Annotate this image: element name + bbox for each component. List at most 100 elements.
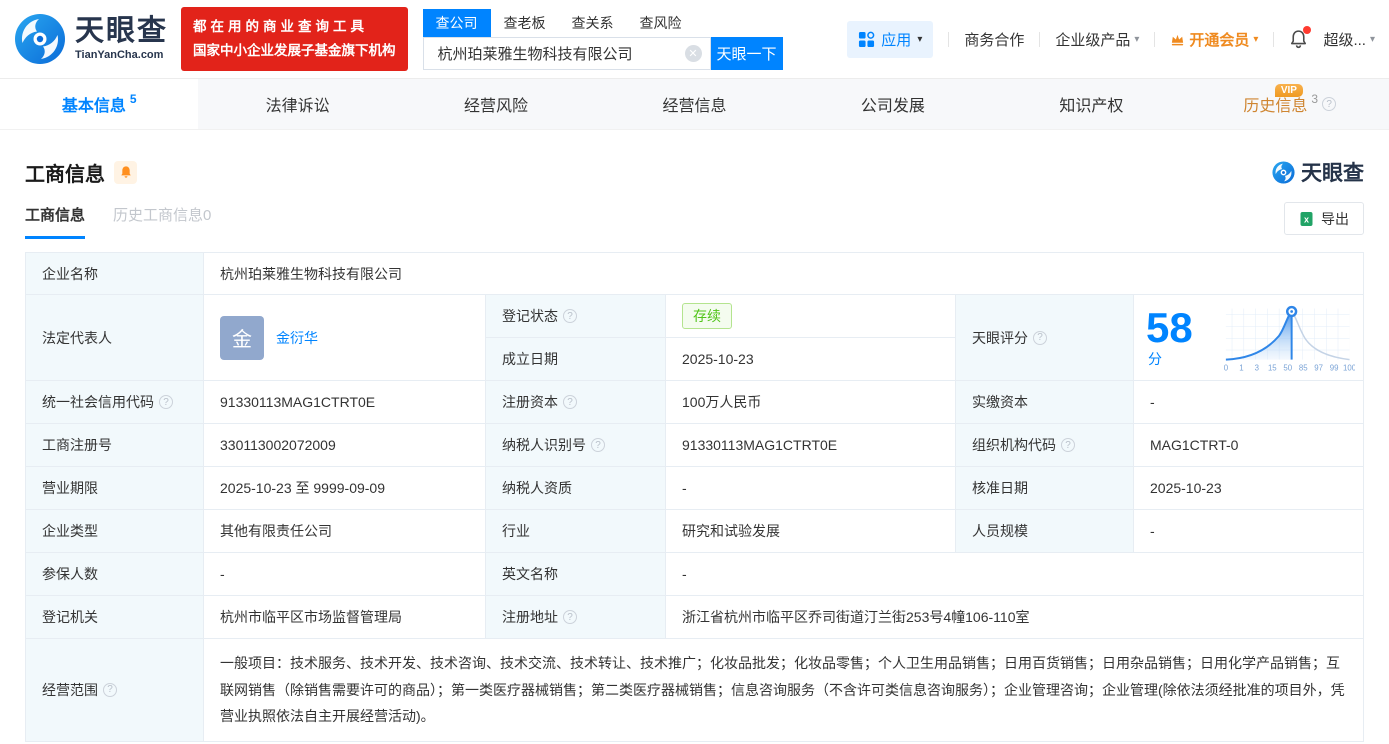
staff-size-value: - <box>1134 510 1364 553</box>
main-content: 工商信息 天眼查 工商信息 历史工商信息0 x 导出 企业名称 杭州珀莱雅生物科… <box>0 157 1389 742</box>
english-name-value: - <box>666 553 1364 596</box>
promo-line-1: 都在用的商业查询工具 <box>193 19 369 35</box>
tab-business-info[interactable]: 经营信息 <box>595 79 793 129</box>
divider <box>1154 31 1156 47</box>
tab-company-development[interactable]: 公司发展 <box>794 79 992 129</box>
tab-intellectual-property[interactable]: 知识产权 <box>992 79 1190 129</box>
search-tab-risk[interactable]: 查风险 <box>627 9 695 37</box>
field-label: 实缴资本 <box>956 381 1134 424</box>
help-icon[interactable]: ? <box>563 395 577 409</box>
field-label: 注册地址? <box>486 596 666 639</box>
legal-rep-cell: 金 金衍华 <box>204 295 486 381</box>
subscribe-bell[interactable] <box>114 160 137 184</box>
reg-status-cell: 存续 <box>666 295 956 338</box>
score-distribution-chart: 0 1 3 15 50 85 97 99 100 <box>1223 305 1355 372</box>
chevron-down-icon: ▾ <box>1369 33 1375 45</box>
help-icon[interactable]: ? <box>159 395 173 409</box>
field-label: 行业 <box>486 510 666 553</box>
field-label: 企业类型 <box>26 510 204 553</box>
tab-legal-litigation[interactable]: 法律诉讼 <box>198 79 396 129</box>
field-label: 工商注册号 <box>26 424 204 467</box>
insured-count-value: - <box>204 553 486 596</box>
notifications-bell[interactable] <box>1289 26 1312 49</box>
nav-enterprise-products[interactable]: 企业级产品 ▾ <box>1055 29 1139 50</box>
help-icon[interactable]: ? <box>563 610 577 624</box>
tianyancha-logo-icon <box>15 14 65 64</box>
export-button[interactable]: x 导出 <box>1284 202 1364 235</box>
help-icon[interactable]: ? <box>1061 438 1075 452</box>
brand-domain: TianYanCha.com <box>75 49 164 61</box>
apps-label: 应用 <box>881 31 912 49</box>
search-tab-relation[interactable]: 查关系 <box>559 9 627 37</box>
tianyancha-logo[interactable]: 天眼查 TianYanCha.com <box>14 13 168 65</box>
svg-text:15: 15 <box>1268 363 1277 372</box>
company-name-value: 杭州珀莱雅生物科技有限公司 <box>204 253 1364 295</box>
business-scope-value: 一般项目：技术服务、技术开发、技术咨询、技术交流、技术转让、技术推广；化妆品批发… <box>204 639 1364 742</box>
tab-basic-info[interactable]: 基本信息 5 <box>0 79 199 129</box>
business-term-value: 2025-10-23 至 9999-09-09 <box>204 467 486 510</box>
reg-number-value: 330113002072009 <box>204 424 486 467</box>
tab-history-info[interactable]: VIP 历史信息 3 ? <box>1191 79 1389 129</box>
status-badge: 存续 <box>682 303 732 329</box>
svg-text:100: 100 <box>1343 363 1355 372</box>
nav-super-vip[interactable]: 超级... ▾ <box>1323 29 1375 50</box>
search-button[interactable]: 天眼一下 <box>710 36 783 70</box>
org-code-value: MAG1CTRT-0 <box>1134 424 1364 467</box>
industry-value: 研究和试验发展 <box>666 510 956 553</box>
taxpayer-id-value: 91330113MAG1CTRT0E <box>666 424 956 467</box>
search-block: 查公司 查老板 查关系 查风险 ✕ 天眼一下 <box>422 8 783 70</box>
help-icon[interactable]: ? <box>1322 97 1337 111</box>
field-label: 核准日期 <box>956 467 1134 510</box>
field-label: 经营范围? <box>26 639 204 742</box>
field-label: 统一社会信用代码? <box>26 381 204 424</box>
taxpayer-quality-value: - <box>666 467 956 510</box>
apps-menu[interactable]: 应用 ▾ <box>847 20 934 58</box>
section-title: 工商信息 <box>25 163 105 186</box>
search-tab-boss[interactable]: 查老板 <box>491 9 559 37</box>
field-label: 参保人数 <box>26 553 204 596</box>
help-icon[interactable]: ? <box>591 438 605 452</box>
nav-biz-cooperation[interactable]: 商务合作 <box>964 29 1024 50</box>
business-info-table: 企业名称 杭州珀莱雅生物科技有限公司 法定代表人 金 金衍华 登记状态? 存续 … <box>25 252 1364 742</box>
search-tab-company[interactable]: 查公司 <box>422 8 491 37</box>
help-icon[interactable]: ? <box>563 309 577 323</box>
field-label: 企业名称 <box>26 253 204 295</box>
avatar[interactable]: 金 <box>220 315 264 360</box>
score-value: 58 <box>1146 303 1193 351</box>
field-label: 注册资本? <box>486 381 666 424</box>
excel-icon: x <box>1300 211 1313 226</box>
field-label: 登记机关 <box>26 596 204 639</box>
field-label: 组织机构代码? <box>956 424 1134 467</box>
chevron-down-icon: ▾ <box>1253 33 1259 45</box>
help-icon[interactable]: ? <box>1033 330 1047 345</box>
field-label: 天眼评分? <box>956 295 1134 381</box>
search-input[interactable] <box>435 43 685 63</box>
divider <box>1039 31 1041 47</box>
score-unit: 分 <box>1148 350 1162 367</box>
company-type-value: 其他有限责任公司 <box>204 510 486 553</box>
field-label: 营业期限 <box>26 467 204 510</box>
svg-text:50: 50 <box>1283 363 1292 372</box>
reg-authority-value: 杭州市临平区市场监督管理局 <box>204 596 486 639</box>
top-header: 天眼查 TianYanCha.com 都在用的商业查询工具 国家中小企业发展子基… <box>0 0 1389 79</box>
subtab-business-info[interactable]: 工商信息 <box>25 204 86 239</box>
notification-dot <box>1303 26 1312 34</box>
field-label: 人员规模 <box>956 510 1134 553</box>
establish-date-value: 2025-10-23 <box>666 338 956 381</box>
header-nav: 应用 ▾ 商务合作 企业级产品 ▾ 开通会员 ▾ 超级... ▾ <box>847 20 1375 58</box>
svg-text:0: 0 <box>1223 363 1228 372</box>
subtab-history-business-info[interactable]: 历史工商信息0 <box>113 204 211 239</box>
svg-text:x: x <box>1304 214 1309 224</box>
tab-business-risk[interactable]: 经营风险 <box>397 79 595 129</box>
watermark-logo: 天眼查 <box>1272 157 1364 187</box>
score-cell[interactable]: 58分 0 1 3 15 50 85 97 99 100 <box>1134 295 1364 381</box>
nav-open-vip[interactable]: 开通会员 ▾ <box>1170 29 1258 50</box>
chevron-down-icon: ▾ <box>1134 33 1140 45</box>
crown-icon <box>1172 34 1184 45</box>
clear-search-icon[interactable]: ✕ <box>684 44 702 62</box>
approval-date-value: 2025-10-23 <box>1134 467 1364 510</box>
apps-grid-icon <box>859 31 875 47</box>
legal-rep-link[interactable]: 金衍华 <box>276 328 318 348</box>
help-icon[interactable]: ? <box>103 682 117 697</box>
tianyancha-logo-icon <box>1272 160 1295 184</box>
